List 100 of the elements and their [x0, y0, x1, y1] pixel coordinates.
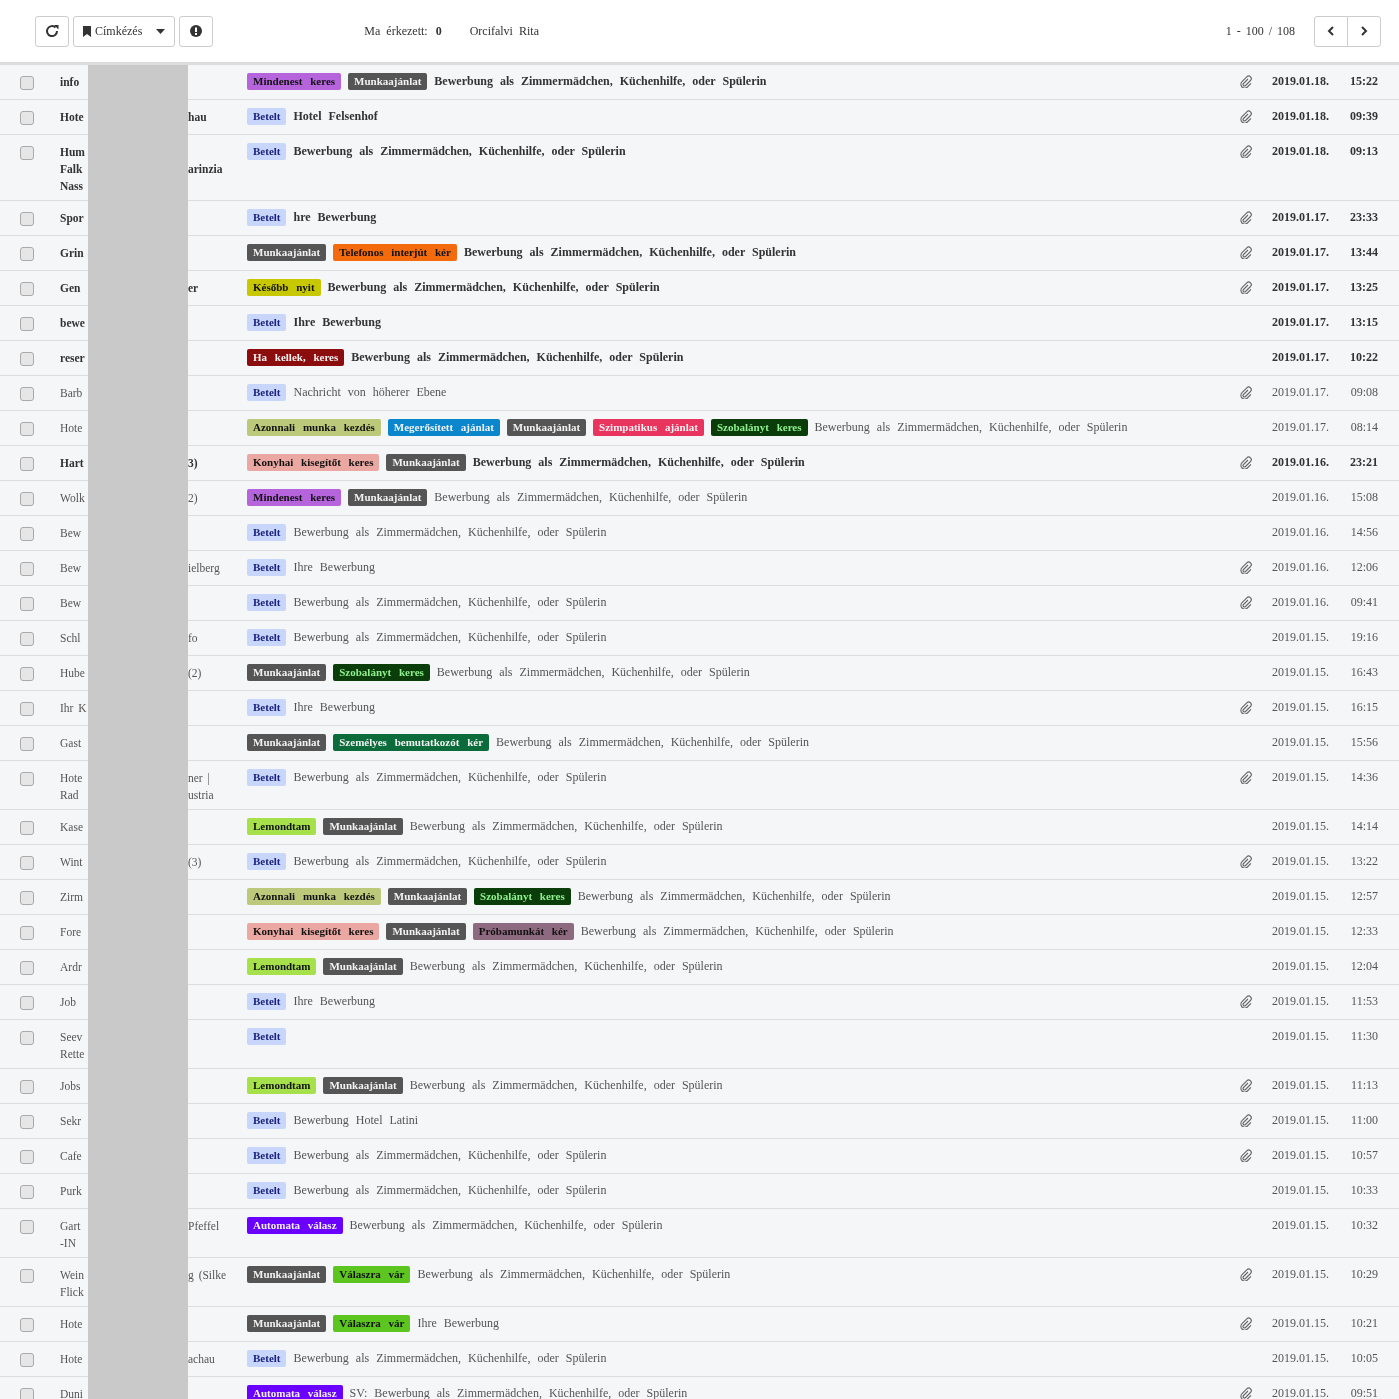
label-tag[interactable]: Lemondtam	[247, 818, 317, 835]
checkbox[interactable]	[20, 597, 34, 611]
subject-text[interactable]: Bewerbung als Zimmermädchen, Küchenhilfe, oder Spülerin	[580, 923, 1240, 940]
checkbox[interactable]	[20, 1269, 34, 1283]
label-button[interactable]: Címkézés	[73, 15, 176, 47]
checkbox[interactable]	[20, 111, 34, 125]
label-tag[interactable]: Betelt	[247, 1147, 287, 1164]
label-tag[interactable]: Betelt	[247, 993, 287, 1010]
label-tag[interactable]: Betelt	[247, 699, 287, 716]
label-tag[interactable]: Szobalányt keres	[474, 888, 571, 905]
label-tag[interactable]: Automata válasz	[247, 1217, 343, 1234]
subject-text[interactable]: Bewerbung als Zimmermädchen, Küchenhilfe, oder Spülerin	[293, 1182, 1240, 1199]
checkbox[interactable]	[20, 527, 34, 541]
checkbox[interactable]	[20, 1388, 34, 1399]
label-tag[interactable]: Konyhai kisegítőt keres	[247, 454, 380, 471]
checkbox[interactable]	[20, 146, 34, 160]
subject-text[interactable]: Ihre Bewerbung	[417, 1315, 1240, 1332]
label-tag[interactable]: Mindenest keres	[247, 73, 342, 90]
checkbox[interactable]	[20, 76, 34, 90]
checkbox[interactable]	[20, 212, 34, 226]
checkbox[interactable]	[20, 926, 34, 940]
label-tag[interactable]: Betelt	[247, 1028, 287, 1045]
subject-text[interactable]: Bewerbung Hotel Latini	[293, 1112, 1240, 1129]
checkbox[interactable]	[20, 891, 34, 905]
checkbox[interactable]	[20, 247, 34, 261]
checkbox[interactable]	[20, 961, 34, 975]
label-tag[interactable]: Szobalányt keres	[333, 664, 430, 681]
subject-text[interactable]: Bewerbung als Zimmermädchen, Küchenhilfe, oder Spülerin	[434, 489, 1240, 506]
report-button[interactable]	[179, 15, 214, 47]
label-tag[interactable]: Betelt	[247, 1182, 287, 1199]
refresh-button[interactable]	[35, 15, 69, 47]
subject-text[interactable]: Bewerbung als Zimmermädchen, Küchenhilfe, oder Spülerin	[349, 1217, 1240, 1234]
label-tag[interactable]: Mindenest keres	[247, 489, 342, 506]
checkbox[interactable]	[20, 856, 34, 870]
label-tag[interactable]: Munkaajánlat	[387, 888, 468, 905]
subject-text[interactable]: Bewerbung als Zimmermädchen, Küchenhilfe, oder Spülerin	[577, 888, 1240, 905]
label-tag[interactable]: Lemondtam	[247, 958, 317, 975]
checkbox[interactable]	[20, 1080, 34, 1094]
subject-text[interactable]: Ihre Bewerbung	[293, 559, 1240, 576]
subject-text[interactable]: Bewerbung als Zimmermädchen, Küchenhilfe, oder Spülerin	[463, 244, 1240, 261]
label-tag[interactable]: Betelt	[247, 384, 287, 401]
subject-text[interactable]: hre Bewerbung	[293, 209, 1240, 226]
label-tag[interactable]: Azonnali munka kezdés	[247, 888, 381, 905]
label-tag[interactable]: Munkaajánlat	[247, 244, 327, 261]
subject-text[interactable]: Hotel Felsenhof	[293, 108, 1240, 125]
label-tag[interactable]: Munkaajánlat	[247, 734, 327, 751]
label-tag[interactable]: Válaszra vár	[333, 1315, 411, 1332]
subject-text[interactable]: Bewerbung als Zimmermädchen, Küchenhilfe, oder Spülerin	[351, 349, 1240, 366]
label-tag[interactable]: Telefonos interjút kér	[333, 244, 457, 261]
checkbox[interactable]	[20, 702, 34, 716]
label-tag[interactable]: Munkaajánlat	[348, 489, 428, 506]
subject-text[interactable]: Ihre Bewerbung	[293, 314, 1240, 331]
label-tag[interactable]: Munkaajánlat	[506, 419, 587, 436]
label-tag[interactable]: Munkaajánlat	[247, 1315, 327, 1332]
label-tag[interactable]: Betelt	[247, 143, 287, 160]
checkbox[interactable]	[20, 996, 34, 1010]
label-tag[interactable]: Betelt	[247, 559, 287, 576]
label-tag[interactable]: Automata válasz	[247, 1385, 343, 1399]
subject-text[interactable]: Bewerbung als Zimmermädchen, Küchenhilfe, oder Spülerin	[409, 1077, 1240, 1094]
label-tag[interactable]: Személyes bemutatkozót kér	[333, 734, 490, 751]
label-tag[interactable]: Betelt	[247, 1350, 287, 1367]
label-tag[interactable]: Konyhai kisegítőt keres	[247, 923, 380, 940]
label-tag[interactable]: Munkaajánlat	[323, 818, 403, 835]
checkbox[interactable]	[20, 1031, 34, 1045]
checkbox[interactable]	[20, 772, 34, 786]
subject-text[interactable]: Bewerbung als Zimmermädchen, Küchenhilfe, oder Spülerin	[293, 1147, 1240, 1164]
checkbox[interactable]	[20, 821, 34, 835]
label-tag[interactable]: Betelt	[247, 1112, 287, 1129]
subject-text[interactable]: Bewerbung als Zimmermädchen, Küchenhilfe, oder Spülerin	[293, 524, 1240, 541]
label-tag[interactable]: Betelt	[247, 853, 287, 870]
label-tag[interactable]: Munkaajánlat	[323, 1077, 403, 1094]
subject-text[interactable]: Nachricht von höherer Ebene	[293, 384, 1240, 401]
subject-text[interactable]: Bewerbung als Zimmermädchen, Küchenhilfe, oder Spülerin	[293, 769, 1240, 786]
label-tag[interactable]: Munkaajánlat	[386, 454, 466, 471]
label-tag[interactable]: Ha kellek, keres	[247, 349, 345, 366]
label-tag[interactable]: Betelt	[247, 209, 287, 226]
checkbox[interactable]	[20, 282, 34, 296]
checkbox[interactable]	[20, 1150, 34, 1164]
subject-text[interactable]: Bewerbung als Zimmermädchen, Küchenhilfe, oder Spülerin	[293, 1350, 1240, 1367]
label-tag[interactable]: Válaszra vár	[333, 1266, 411, 1283]
subject-text[interactable]: Ihre Bewerbung	[293, 699, 1240, 716]
checkbox[interactable]	[20, 1353, 34, 1367]
label-tag[interactable]: Betelt	[247, 769, 287, 786]
checkbox[interactable]	[20, 632, 34, 646]
checkbox[interactable]	[20, 737, 34, 751]
label-tag[interactable]: Munkaajánlat	[348, 73, 428, 90]
subject-text[interactable]: Bewerbung als Zimmermädchen, Küchenhilfe, oder Spülerin	[434, 73, 1240, 90]
checkbox[interactable]	[20, 1220, 34, 1234]
checkbox[interactable]	[20, 422, 34, 436]
label-tag[interactable]: Azonnali munka kezdés	[247, 419, 381, 436]
label-tag[interactable]: Később nyit	[247, 279, 321, 296]
subject-text[interactable]: Bewerbung als Zimmermädchen, Küchenhilfe, oder Spülerin	[436, 664, 1240, 681]
label-tag[interactable]: Betelt	[247, 594, 287, 611]
subject-text[interactable]: SV: Bewerbung als Zimmermädchen, Küchenhilfe, oder Spülerin	[349, 1385, 1240, 1399]
subject-text[interactable]: Bewerbung als Zimmermädchen, Küchenhilfe, oder Spülerin	[293, 629, 1240, 646]
checkbox[interactable]	[20, 387, 34, 401]
subject-text[interactable]: Bewerbung als Zimmermädchen, Küchenhilfe, oder Spülerin	[472, 454, 1240, 471]
label-tag[interactable]: Szobalányt keres	[710, 419, 808, 436]
subject-text[interactable]: Bewerbung als Zimmermädchen, Küchenhilfe, oder Spülerin	[496, 734, 1240, 751]
subject-text[interactable]: Bewerbung als Zimmermädchen, Küchenhilfe, oder Spülerin	[417, 1266, 1240, 1283]
